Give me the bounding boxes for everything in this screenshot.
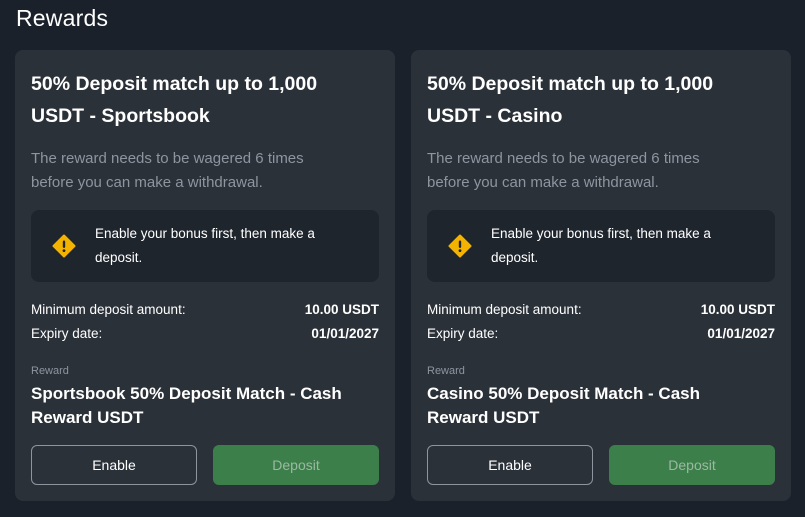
rewards-list: 50% Deposit match up to 1,000 USDT - Spo…: [15, 50, 791, 501]
notice-text: Enable your bonus first, then make a dep…: [491, 222, 711, 270]
reward-name-line: Reward USDT: [427, 408, 540, 427]
min-deposit-label: Minimum deposit amount:: [31, 302, 186, 317]
enable-button[interactable]: Enable: [427, 445, 593, 485]
deposit-button[interactable]: Deposit: [609, 445, 775, 485]
expiry-label: Expiry date:: [427, 326, 499, 341]
notice-line: deposit.: [491, 250, 539, 265]
deposit-info: Minimum deposit amount: 10.00 USDT Expir…: [427, 298, 775, 346]
card-title-line: 50% Deposit match up to 1,000: [31, 73, 318, 95]
enable-button[interactable]: Enable: [31, 445, 197, 485]
expiry-label: Expiry date:: [31, 326, 103, 341]
notice-line: Enable your bonus first, then make a: [491, 226, 711, 241]
reward-name: Casino 50% Deposit Match - Cash Reward U…: [427, 382, 775, 430]
reward-card-sportsbook: 50% Deposit match up to 1,000 USDT - Spo…: [15, 50, 395, 501]
expiry-value: 01/01/2027: [311, 326, 379, 341]
warning-icon: [447, 233, 473, 259]
card-actions: Enable Deposit: [427, 445, 775, 485]
card-actions: Enable Deposit: [31, 445, 379, 485]
page-title: Rewards: [16, 5, 109, 31]
min-deposit-row: Minimum deposit amount: 10.00 USDT: [31, 298, 379, 322]
description-line: The reward needs to be wagered 6 times: [31, 150, 304, 167]
deposit-button[interactable]: Deposit: [213, 445, 379, 485]
description-line: before you can make a withdrawal.: [31, 174, 263, 191]
enable-notice: Enable your bonus first, then make a dep…: [31, 210, 379, 282]
expiry-value: 01/01/2027: [707, 326, 775, 341]
reward-label: Reward: [427, 365, 465, 377]
reward-name-line: Casino 50% Deposit Match - Cash: [427, 384, 701, 403]
card-title-line: 50% Deposit match up to 1,000: [427, 73, 714, 95]
reward-name-line: Reward USDT: [31, 408, 144, 427]
card-title: 50% Deposit match up to 1,000 USDT - Cas…: [427, 68, 775, 132]
warning-icon: [51, 233, 77, 259]
deposit-info: Minimum deposit amount: 10.00 USDT Expir…: [31, 298, 379, 346]
reward-label: Reward: [31, 365, 69, 377]
enable-notice: Enable your bonus first, then make a dep…: [427, 210, 775, 282]
min-deposit-row: Minimum deposit amount: 10.00 USDT: [427, 298, 775, 322]
min-deposit-value: 10.00 USDT: [700, 302, 775, 317]
expiry-row: Expiry date: 01/01/2027: [427, 322, 775, 346]
notice-line: deposit.: [95, 250, 143, 265]
min-deposit-value: 10.00 USDT: [304, 302, 379, 317]
card-title-line: USDT - Sportsbook: [31, 105, 210, 127]
description-line: The reward needs to be wagered 6 times: [427, 150, 700, 167]
card-title-line: USDT - Casino: [427, 105, 563, 127]
reward-name-line: Sportsbook 50% Deposit Match - Cash: [31, 384, 342, 403]
description-line: before you can make a withdrawal.: [427, 174, 659, 191]
card-description: The reward needs to be wagered 6 times b…: [31, 147, 379, 195]
card-title: 50% Deposit match up to 1,000 USDT - Spo…: [31, 68, 379, 132]
notice-line: Enable your bonus first, then make a: [95, 226, 315, 241]
reward-card-casino: 50% Deposit match up to 1,000 USDT - Cas…: [411, 50, 791, 501]
min-deposit-label: Minimum deposit amount:: [427, 302, 582, 317]
reward-name: Sportsbook 50% Deposit Match - Cash Rewa…: [31, 382, 379, 430]
card-description: The reward needs to be wagered 6 times b…: [427, 147, 775, 195]
notice-text: Enable your bonus first, then make a dep…: [95, 222, 315, 270]
expiry-row: Expiry date: 01/01/2027: [31, 322, 379, 346]
